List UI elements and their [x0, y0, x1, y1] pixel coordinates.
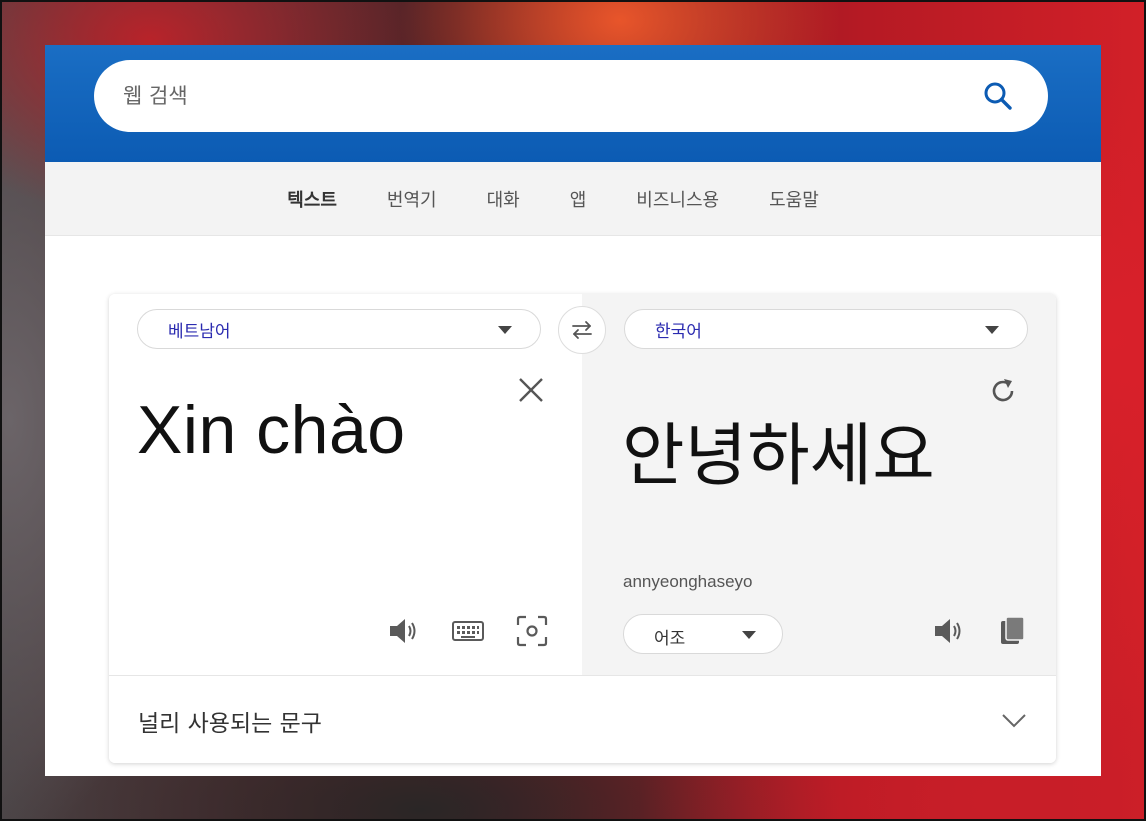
refresh-icon[interactable] [987, 375, 1019, 407]
sub-navigation: 텍스트 번역기 대화 앱 비즈니스용 도움말 [45, 162, 1101, 236]
search-box [94, 60, 1048, 132]
target-language-label: 한국어 [655, 321, 702, 342]
copy-icon[interactable] [996, 614, 1030, 648]
speaker-icon[interactable] [387, 614, 421, 648]
translator-window: 텍스트 번역기 대화 앱 비즈니스용 도움말 베트남어 Xin chào [45, 45, 1101, 776]
source-language-label: 베트남어 [168, 321, 231, 342]
tone-select[interactable]: 어조 [623, 614, 783, 654]
chevron-down-icon [985, 326, 999, 334]
header-bar [45, 45, 1101, 162]
speaker-icon[interactable] [932, 614, 966, 648]
nav-item-business[interactable]: 비즈니스용 [636, 186, 719, 212]
target-pane: 한국어 안녕하세요 annyeonghaseyo 어조 [582, 294, 1056, 675]
swap-languages-button[interactable] [558, 306, 606, 354]
close-icon[interactable] [516, 375, 546, 405]
search-icon[interactable] [982, 80, 1014, 112]
translated-text: 안녕하세요 [622, 417, 935, 496]
nav-item-apps[interactable]: 앱 [570, 186, 587, 212]
source-language-select[interactable]: 베트남어 [137, 309, 541, 349]
nav-item-conversation[interactable]: 대화 [487, 186, 520, 212]
camera-scan-icon[interactable] [515, 614, 549, 648]
keyboard-icon[interactable] [451, 614, 485, 648]
chevron-down-icon [742, 631, 756, 639]
nav-item-help[interactable]: 도움말 [769, 186, 819, 212]
tone-label: 어조 [654, 629, 686, 649]
chevron-down-icon [1002, 714, 1026, 728]
nav-item-translator[interactable]: 번역기 [387, 186, 437, 212]
common-phrases-expander[interactable]: 널리 사용되는 문구 [109, 675, 1056, 763]
source-text-input[interactable]: Xin chào [137, 391, 406, 469]
source-pane: 베트남어 Xin chào [109, 294, 582, 675]
nav-item-text[interactable]: 텍스트 [287, 186, 337, 212]
target-language-select[interactable]: 한국어 [624, 309, 1028, 349]
search-input[interactable] [123, 84, 943, 108]
common-phrases-label: 널리 사용되는 문구 [138, 711, 322, 737]
swap-arrows-icon [572, 321, 592, 339]
translation-card: 베트남어 Xin chào 한국어 안녕하세요 annyeonghaseyo 어… [109, 294, 1056, 763]
transliteration-text: annyeonghaseyo [623, 572, 753, 591]
chevron-down-icon [498, 326, 512, 334]
